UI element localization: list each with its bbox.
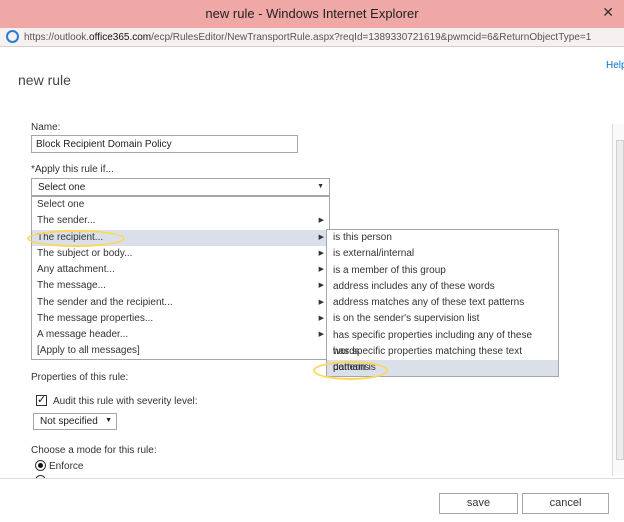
window-titlebar: new rule - Windows Internet Explorer ✕ xyxy=(0,0,624,28)
recipient-submenu[interactable]: is this person is external/internal is a… xyxy=(326,229,559,377)
recipient-option[interactable]: is this person xyxy=(327,230,558,246)
recipient-option[interactable]: is a member of this group xyxy=(327,263,558,279)
chevron-right-icon: ▶ xyxy=(318,282,324,290)
condition-label: The message properties... xyxy=(37,312,154,324)
highlight-ring-recipient xyxy=(27,230,125,247)
cancel-button[interactable]: cancel xyxy=(522,493,609,514)
condition-label: [Apply to all messages] xyxy=(37,345,140,357)
page-title: new rule xyxy=(18,72,71,88)
help-link[interactable]: Help xyxy=(606,60,624,71)
condition-message-header[interactable]: A message header... ▶ xyxy=(32,327,329,343)
recipient-option[interactable]: has specific properties matching these t… xyxy=(327,344,558,373)
close-icon[interactable]: ✕ xyxy=(602,4,614,21)
chevron-right-icon: ▶ xyxy=(318,298,324,306)
condition-all-messages[interactable]: [Apply to all messages] xyxy=(32,343,329,359)
enforce-radio[interactable] xyxy=(35,460,46,471)
condition-select-one[interactable]: Select one xyxy=(32,197,329,213)
name-input[interactable]: Block Recipient Domain Policy xyxy=(31,135,298,153)
severity-dropdown[interactable]: Not specified ▼ xyxy=(33,413,117,430)
recipient-option[interactable]: is external/internal xyxy=(327,246,558,262)
condition-sender[interactable]: The sender... ▶ xyxy=(32,213,329,229)
apply-rule-selected: Select one xyxy=(38,182,86,193)
condition-sender-recipient[interactable]: The sender and the recipient... ▶ xyxy=(32,295,329,311)
chevron-right-icon: ▶ xyxy=(318,217,324,225)
recipient-option[interactable]: is on the sender's supervision list xyxy=(327,311,558,327)
condition-label: Select one xyxy=(37,199,85,210)
highlight-ring-domain xyxy=(313,361,388,380)
chevron-right-icon: ▶ xyxy=(318,249,324,257)
radio-dot-icon xyxy=(38,463,43,468)
chevron-down-icon: ▼ xyxy=(317,183,324,190)
name-label: Name: xyxy=(31,122,61,133)
chevron-down-icon: ▼ xyxy=(105,417,112,424)
scrollbar-thumb[interactable] xyxy=(616,140,624,460)
conditions-menu[interactable]: Select one The sender... ▶ The recipient.… xyxy=(31,196,330,360)
chevron-right-icon: ▶ xyxy=(318,331,324,338)
severity-value: Not specified xyxy=(40,416,98,427)
mode-label: Choose a mode for this rule: xyxy=(31,445,157,456)
audit-label: Audit this rule with severity level: xyxy=(53,396,198,407)
checkmark-icon: ✓ xyxy=(37,394,47,406)
condition-message[interactable]: The message... ▶ xyxy=(32,278,329,294)
chevron-right-icon: ▶ xyxy=(318,266,324,273)
apply-rule-select[interactable]: Select one ▼ xyxy=(31,178,330,196)
condition-label: The sender and the recipient... xyxy=(37,296,173,308)
recipient-option[interactable]: address includes any of these words xyxy=(327,279,558,295)
chevron-right-icon: ▶ xyxy=(318,233,324,241)
url-host: office365.com xyxy=(89,32,152,43)
apply-rule-label: *Apply this rule if... xyxy=(31,164,114,175)
condition-subject-body[interactable]: The subject or body... ▶ xyxy=(32,246,329,262)
condition-label: The message... xyxy=(37,280,106,292)
condition-label: A message header... xyxy=(37,329,129,340)
enforce-label: Enforce xyxy=(49,461,84,472)
condition-message-properties[interactable]: The message properties... ▶ xyxy=(32,311,329,327)
condition-label: The subject or body... xyxy=(37,247,133,259)
audit-checkbox[interactable]: ✓ xyxy=(36,394,47,406)
properties-label: Properties of this rule: xyxy=(31,372,129,383)
ie-logo-icon xyxy=(6,30,19,43)
url-text[interactable]: https://outlook.office365.com/ecp/RulesE… xyxy=(24,32,591,43)
condition-label: Any attachment... xyxy=(37,264,115,275)
condition-label: The sender... xyxy=(37,215,96,227)
address-bar[interactable]: https://outlook.office365.com/ecp/RulesE… xyxy=(0,28,624,47)
chevron-right-icon: ▶ xyxy=(318,314,324,322)
save-button[interactable]: save xyxy=(439,493,518,514)
url-prefix: https://outlook. xyxy=(24,32,90,43)
recipient-option[interactable]: address matches any of these text patter… xyxy=(327,295,558,311)
recipient-option[interactable]: has specific properties including any of… xyxy=(327,328,558,357)
url-path: /ecp/RulesEditor/NewTransportRule.aspx?r… xyxy=(151,32,592,43)
condition-attachment[interactable]: Any attachment... ▶ xyxy=(32,262,329,278)
window-title: new rule - Windows Internet Explorer xyxy=(205,6,419,21)
